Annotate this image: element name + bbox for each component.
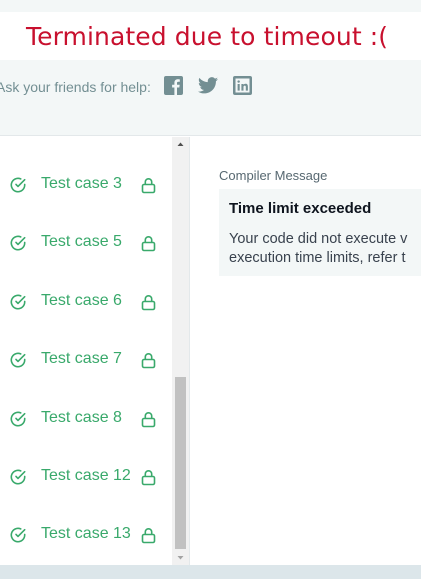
test-case-item[interactable]: Test case 6 [0,283,172,323]
lock-icon [141,353,156,369]
facebook-icon[interactable] [164,76,183,95]
lock-icon [141,236,156,252]
linkedin-icon[interactable] [233,76,252,95]
check-circle-icon [10,527,26,543]
lock-icon [141,470,156,486]
top-strip [0,0,421,12]
compiler-message-line: execution time limits, refer t [229,250,406,266]
test-case-label: Test case 7 [41,350,122,367]
status-title: Terminated due to timeout :( [26,22,389,51]
scroll-up-arrow-icon[interactable] [172,137,189,151]
test-case-label: Test case 6 [41,292,122,309]
test-case-item[interactable]: Test case 12 [0,458,172,498]
lock-icon [141,295,156,311]
check-circle-icon [10,177,26,193]
compiler-message-label: Compiler Message [219,168,328,183]
compiler-message-box: Time limit exceeded Your code did not ex… [219,189,421,276]
compiler-message-title: Time limit exceeded [229,200,372,217]
twitter-icon[interactable] [198,77,218,96]
share-label: Ask your friends for help: [0,79,151,95]
check-circle-icon [10,294,26,310]
test-case-item[interactable]: Test case 8 [0,400,172,440]
lock-icon [141,528,156,544]
scroll-down-arrow-icon[interactable] [172,551,189,565]
compiler-message-line: Your code did not execute v [229,231,408,247]
check-circle-icon [10,411,26,427]
test-case-item[interactable]: Test case 7 [0,341,172,381]
test-case-item[interactable]: Test case 3 [0,166,172,206]
test-case-label: Test case 5 [41,233,122,250]
compiler-message-body: Your code did not execute v execution ti… [229,230,407,268]
check-circle-icon [10,469,26,485]
test-list-scrollbar[interactable] [172,137,189,565]
check-circle-icon [10,352,26,368]
scrollbar-thumb[interactable] [175,377,186,549]
result-panel: Compiler Message Time limit exceeded You… [190,137,421,565]
test-case-label: Test case 12 [41,467,131,484]
test-case-list: Test case 3 Test case 5 Test case 6 Test… [0,137,172,565]
lock-icon [141,178,156,194]
test-case-label: Test case 8 [41,409,122,426]
test-case-label: Test case 3 [41,175,122,192]
test-case-item[interactable]: Test case 13 [0,516,172,556]
lock-icon [141,412,156,428]
test-case-item[interactable]: Test case 5 [0,224,172,264]
share-bar: Ask your friends for help: [0,60,421,136]
test-case-label: Test case 13 [41,525,131,542]
check-circle-icon [10,235,26,251]
footer-strip [0,565,421,579]
status-header: Terminated due to timeout :( [0,12,421,60]
